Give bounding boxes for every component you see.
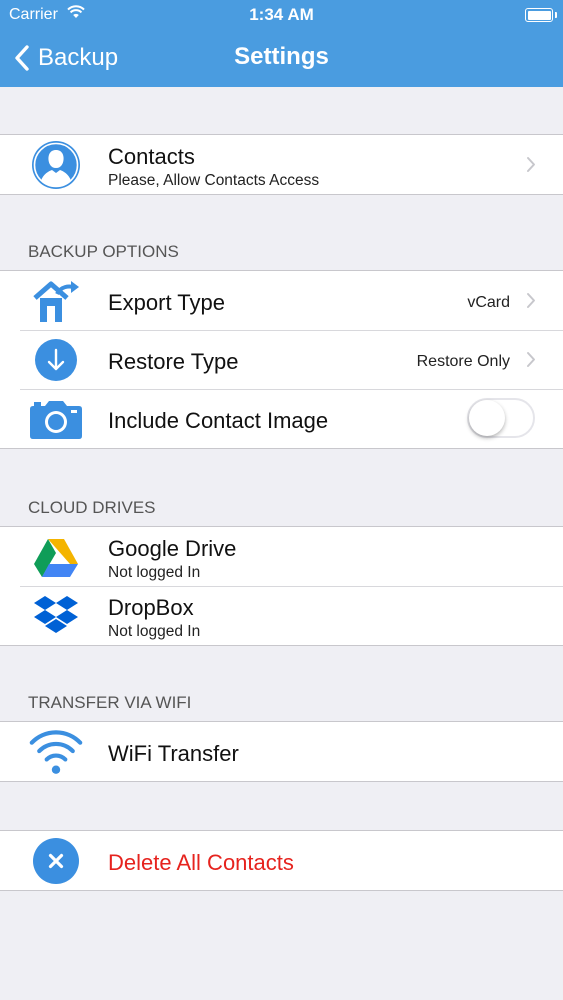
include-contact-image-toggle[interactable] xyxy=(467,398,535,438)
delete-group: Delete All Contacts xyxy=(0,830,563,891)
google-drive-row[interactable]: Google Drive Not logged In xyxy=(0,527,563,586)
include-contact-image-title: Include Contact Image xyxy=(108,408,329,433)
dropbox-icon xyxy=(29,592,83,640)
google-drive-icon xyxy=(29,533,83,581)
page-title: Settings xyxy=(234,43,329,70)
dropbox-title: DropBox xyxy=(108,595,194,620)
contact-person-icon xyxy=(29,141,83,189)
chevron-right-icon xyxy=(527,157,535,172)
download-arrow-icon xyxy=(29,336,83,384)
cloud-drives-group: Google Drive Not logged In DropBox Not l… xyxy=(0,526,563,646)
chevron-right-icon xyxy=(527,352,535,367)
contacts-subtitle: Please, Allow Contacts Access xyxy=(108,172,320,189)
delete-x-icon xyxy=(29,837,83,885)
camera-icon xyxy=(29,395,83,443)
delete-all-contacts-row[interactable]: Delete All Contacts xyxy=(0,831,563,890)
dropbox-subtitle: Not logged In xyxy=(108,623,201,640)
wifi-transfer-row[interactable]: WiFi Transfer xyxy=(0,722,563,781)
backup-options-group: Export Type vCard Restore Type Restore O… xyxy=(0,270,563,449)
restore-type-title: Restore Type xyxy=(108,349,239,374)
export-type-title: Export Type xyxy=(108,290,225,315)
google-drive-subtitle: Not logged In xyxy=(108,564,201,581)
status-time: 1:34 AM xyxy=(249,5,314,24)
restore-type-row[interactable]: Restore Type Restore Only xyxy=(0,330,563,389)
section-header-transfer-via-wifi: TRANSFER VIA WIFI xyxy=(28,693,192,712)
section-header-backup-options: BACKUP OPTIONS xyxy=(28,242,179,261)
wifi-transfer-group: WiFi Transfer xyxy=(0,721,563,782)
google-drive-title: Google Drive xyxy=(108,536,237,561)
navigation-bar: Carrier 1:34 AM Backup Settings xyxy=(0,0,563,87)
contacts-title: Contacts xyxy=(108,144,195,169)
toggle-knob xyxy=(469,400,505,436)
delete-all-contacts-title: Delete All Contacts xyxy=(108,850,294,875)
export-house-icon xyxy=(29,277,83,325)
wifi-transfer-title: WiFi Transfer xyxy=(108,741,239,766)
export-type-row[interactable]: Export Type vCard xyxy=(0,271,563,330)
export-type-value: vCard xyxy=(467,294,510,311)
section-header-cloud-drives: CLOUD DRIVES xyxy=(28,498,156,517)
contacts-group: Contacts Please, Allow Contacts Access xyxy=(0,134,563,195)
contacts-row[interactable]: Contacts Please, Allow Contacts Access xyxy=(0,135,563,194)
status-bar: Carrier 1:34 AM xyxy=(0,0,563,30)
battery-icon xyxy=(525,8,557,22)
wifi-icon xyxy=(29,728,83,776)
restore-type-value: Restore Only xyxy=(416,353,510,370)
include-contact-image-row: Include Contact Image xyxy=(0,389,563,448)
dropbox-row[interactable]: DropBox Not logged In xyxy=(0,586,563,645)
chevron-right-icon xyxy=(527,293,535,308)
